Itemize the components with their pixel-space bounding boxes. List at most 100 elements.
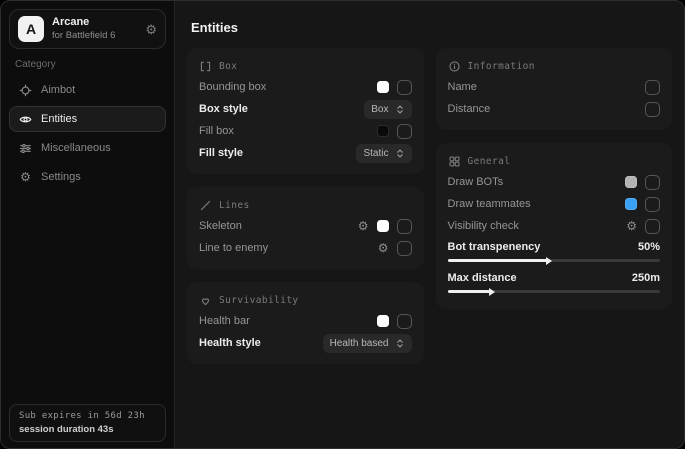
card-header-survivability: Survivability bbox=[199, 291, 412, 310]
row-label: Fill style bbox=[199, 147, 243, 159]
row-controls bbox=[377, 314, 412, 329]
card-title: Information bbox=[468, 61, 535, 72]
gear-icon[interactable]: ⚙ bbox=[626, 220, 637, 232]
sidebar-nav: Aimbot Entities Miscellaneous ⚙Settings bbox=[9, 77, 166, 190]
card-general: General Draw BOTs Draw teammates Visibility… bbox=[436, 143, 673, 309]
eye-icon bbox=[19, 113, 32, 126]
row-controls bbox=[377, 80, 412, 95]
row-draw-bots: Draw BOTs bbox=[448, 171, 661, 193]
card-header-general: General bbox=[448, 152, 661, 171]
row-controls: ⚙ bbox=[358, 219, 412, 234]
row-controls: Box bbox=[364, 100, 411, 119]
bounding-box-color-swatch[interactable] bbox=[377, 81, 389, 93]
fill-box-checkbox[interactable] bbox=[397, 124, 412, 139]
visibility-check-checkbox[interactable] bbox=[645, 219, 660, 234]
row-label: Distance bbox=[448, 103, 491, 115]
gear-icon[interactable]: ⚙ bbox=[358, 220, 369, 232]
card-box: Box Bounding box Box style Box Fill box Fill … bbox=[187, 48, 424, 174]
draw-bots-color-swatch[interactable] bbox=[625, 176, 637, 188]
row-label: Bounding box bbox=[199, 81, 266, 93]
row-label: Health bar bbox=[199, 315, 250, 327]
name-checkbox[interactable] bbox=[645, 80, 660, 95]
row-label: Line to enemy bbox=[199, 242, 268, 254]
dropdown-value: Health based bbox=[330, 338, 389, 349]
card-title: Lines bbox=[219, 200, 250, 211]
row-label: Draw teammates bbox=[448, 198, 531, 210]
skeleton-checkbox[interactable] bbox=[397, 219, 412, 234]
row-visibility-check: Visibility check ⚙ bbox=[448, 215, 661, 237]
session-duration-text: session duration 43s bbox=[19, 424, 156, 435]
row-bounding-box: Bounding box bbox=[199, 76, 412, 98]
row-label: Draw BOTs bbox=[448, 176, 504, 188]
slider-label: Bot transpenency bbox=[448, 241, 541, 253]
row-controls bbox=[645, 102, 660, 117]
slider-value: 50% bbox=[638, 241, 660, 253]
grid-icon bbox=[448, 155, 461, 168]
sidebar-item-settings[interactable]: ⚙Settings bbox=[9, 164, 166, 190]
crosshair-icon bbox=[19, 84, 32, 97]
gear-icon[interactable]: ⚙ bbox=[145, 23, 157, 36]
cards-wrap: Box Bounding box Box style Box Fill box Fill … bbox=[175, 35, 684, 364]
sidebar-item-miscellaneous[interactable]: Miscellaneous bbox=[9, 135, 166, 161]
row-line-to-enemy: Line to enemy ⚙ bbox=[199, 237, 412, 259]
row-skeleton: Skeleton ⚙ bbox=[199, 215, 412, 237]
row-controls: Health based bbox=[323, 334, 412, 353]
row-name: Name bbox=[448, 76, 661, 98]
row-fill-box: Fill box bbox=[199, 120, 412, 142]
health-bar-checkbox[interactable] bbox=[397, 314, 412, 329]
health-style-dropdown[interactable]: Health based bbox=[323, 334, 412, 353]
updown-icon bbox=[395, 338, 405, 349]
row-label: Skeleton bbox=[199, 220, 242, 232]
slider-value: 250m bbox=[632, 272, 660, 284]
card-header-box: Box bbox=[199, 57, 412, 76]
distance-checkbox[interactable] bbox=[645, 102, 660, 117]
bounding-box-checkbox[interactable] bbox=[397, 80, 412, 95]
row-health-style: Health styleHealth based bbox=[199, 332, 412, 354]
fill-style-dropdown[interactable]: Static bbox=[356, 144, 411, 163]
line-to-enemy-checkbox[interactable] bbox=[397, 241, 412, 256]
brand-text: Arcane for Battlefield 6 bbox=[52, 16, 115, 42]
slider-label: Max distance bbox=[448, 272, 517, 284]
sidebar: A Arcane for Battlefield 6 ⚙ Category Ai… bbox=[1, 1, 175, 448]
card-header-information: Information bbox=[448, 57, 661, 76]
gear-icon: ⚙ bbox=[19, 171, 32, 183]
max-distance-slider[interactable] bbox=[448, 290, 661, 293]
brand-card: A Arcane for Battlefield 6 ⚙ bbox=[9, 9, 166, 49]
row-label: Box style bbox=[199, 103, 248, 115]
draw-teammates-color-swatch[interactable] bbox=[625, 198, 637, 210]
column-1: Box Bounding box Box style Box Fill box Fill … bbox=[187, 48, 424, 364]
row-controls bbox=[625, 175, 660, 190]
card-title: Survivability bbox=[219, 295, 299, 306]
row-box-style: Box style Box bbox=[199, 98, 412, 120]
main-panel: Entities BoxBounding boxBox styleBoxFill… bbox=[175, 1, 684, 448]
row-max-distance: Max distance 250m bbox=[448, 268, 661, 299]
row-health-bar: Health bar bbox=[199, 310, 412, 332]
updown-icon bbox=[395, 148, 405, 159]
row-controls: ⚙ bbox=[378, 241, 412, 256]
box-style-dropdown[interactable]: Box bbox=[364, 100, 411, 119]
draw-teammates-checkbox[interactable] bbox=[645, 197, 660, 212]
row-label: Fill box bbox=[199, 125, 234, 137]
sidebar-item-label: Aimbot bbox=[41, 84, 75, 96]
health-bar-color-swatch[interactable] bbox=[377, 315, 389, 327]
category-label: Category bbox=[15, 59, 160, 70]
row-bot-transpenency: Bot transpenency 50% bbox=[448, 237, 661, 268]
row-draw-teammates: Draw teammates bbox=[448, 193, 661, 215]
draw-bots-checkbox[interactable] bbox=[645, 175, 660, 190]
row-label: Visibility check bbox=[448, 220, 519, 232]
subscription-info-card: Sub expires in 56d 23h session duration … bbox=[9, 404, 166, 442]
skeleton-color-swatch[interactable] bbox=[377, 220, 389, 232]
gear-icon[interactable]: ⚙ bbox=[378, 242, 389, 254]
dropdown-value: Static bbox=[363, 148, 388, 159]
sidebar-item-label: Miscellaneous bbox=[41, 142, 111, 154]
fill-box-color-swatch[interactable] bbox=[377, 125, 389, 137]
app-window: A Arcane for Battlefield 6 ⚙ Category Ai… bbox=[0, 0, 685, 449]
card-header-lines: Lines bbox=[199, 196, 412, 215]
sidebar-item-aimbot[interactable]: Aimbot bbox=[9, 77, 166, 103]
sidebar-item-entities[interactable]: Entities bbox=[9, 106, 166, 132]
info-icon bbox=[448, 60, 461, 73]
bot-transpenency-slider[interactable] bbox=[448, 259, 661, 262]
row-label: Name bbox=[448, 81, 477, 93]
dropdown-value: Box bbox=[371, 104, 388, 115]
card-title: General bbox=[468, 156, 511, 167]
